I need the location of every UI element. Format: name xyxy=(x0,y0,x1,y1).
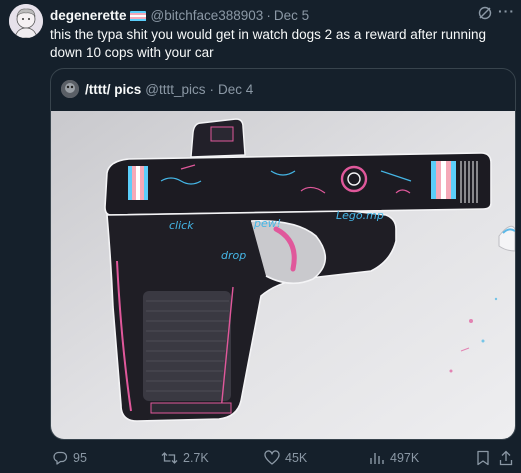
quote-date[interactable]: Dec 4 xyxy=(218,82,253,97)
grok-icon[interactable] xyxy=(477,5,493,21)
tweet-text: this the typa shit you would get in watc… xyxy=(50,27,487,60)
views-count: 497K xyxy=(390,451,420,465)
avatar[interactable] xyxy=(9,4,43,38)
quote-separator-dot: · xyxy=(209,81,214,97)
tweet[interactable]: degenerette @bitchface388903 · Dec 5 ···… xyxy=(0,0,521,473)
quote-header: /tttt/ pics @tttt_pics · Dec 4 xyxy=(61,80,253,98)
tweet-header: degenerette @bitchface388903 · Dec 5 xyxy=(50,6,521,24)
reply-button[interactable]: 95 xyxy=(52,448,87,468)
repost-count: 2.7K xyxy=(183,451,209,465)
like-icon xyxy=(264,450,280,465)
image-text-click: click xyxy=(169,219,194,232)
share-icon xyxy=(499,450,513,466)
image-text-pew: pew! xyxy=(253,217,281,230)
views-button[interactable]: 497K xyxy=(369,448,419,468)
author-name[interactable]: degenerette xyxy=(50,8,127,23)
image-text-lego: Lego.mp xyxy=(336,209,384,222)
quote-author-handle[interactable]: @tttt_pics xyxy=(145,82,205,97)
like-count: 45K xyxy=(285,451,308,465)
separator-dot: · xyxy=(266,7,271,23)
views-icon xyxy=(370,453,384,464)
more-icon[interactable]: ··· xyxy=(498,3,515,19)
quote-avatar[interactable] xyxy=(61,80,79,98)
bookmark-icon xyxy=(477,450,489,466)
action-bar: 95 2.7K 45K 497K xyxy=(50,448,516,468)
bookmark-button[interactable] xyxy=(476,448,495,468)
author-handle[interactable]: @bitchface388903 xyxy=(151,8,264,23)
share-button[interactable] xyxy=(499,448,518,468)
trans-flag-emoji xyxy=(129,10,146,22)
reply-count: 95 xyxy=(73,451,87,465)
reply-icon xyxy=(53,451,68,465)
image-text-drop: drop xyxy=(221,249,246,262)
tweet-date[interactable]: Dec 5 xyxy=(274,8,309,23)
like-button[interactable]: 45K xyxy=(264,448,307,468)
quoted-tweet[interactable]: /tttt/ pics @tttt_pics · Dec 4 click pew… xyxy=(50,68,516,440)
repost-icon xyxy=(161,452,178,464)
quoted-image[interactable]: click pew! Lego.mp drop xyxy=(51,111,515,439)
repost-button[interactable]: 2.7K xyxy=(161,448,209,468)
quote-author-name[interactable]: /tttt/ pics xyxy=(85,82,141,97)
